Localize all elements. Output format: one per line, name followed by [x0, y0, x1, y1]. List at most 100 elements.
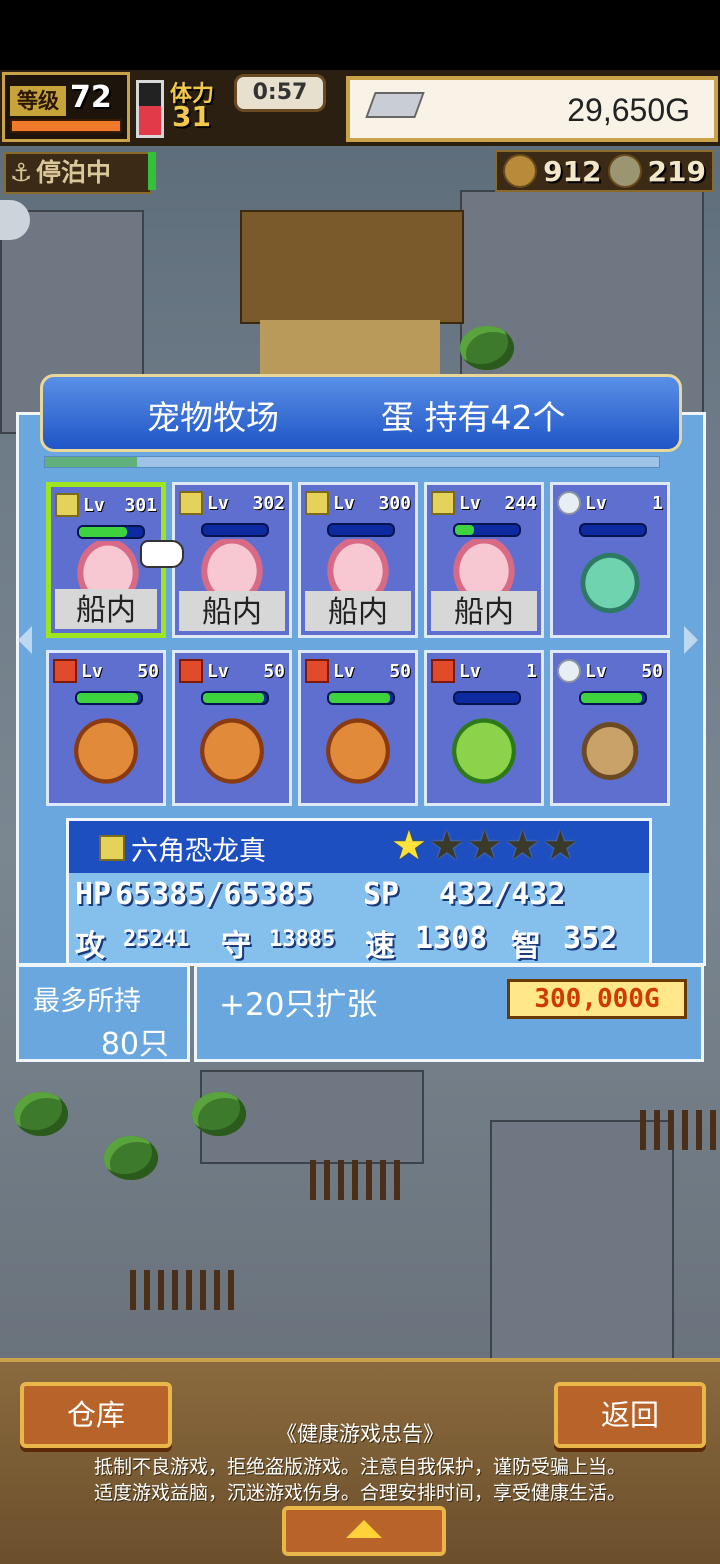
scroll-progress — [44, 456, 660, 468]
fire-element-icon — [179, 659, 203, 683]
pet-slot[interactable]: Lv 244 船内 — [424, 482, 544, 638]
pet-level-row: Lv 1 — [431, 659, 537, 683]
def-value: 13885 — [269, 927, 336, 952]
dino-pet-sprite — [567, 707, 653, 787]
resource-1-value: 912 — [543, 154, 602, 188]
pet-level-row: Lv 50 — [305, 659, 411, 683]
health-warning-line-2: 适度游戏益脑，沉迷游戏伤身。合理安排时间，享受健康生活。 — [93, 1482, 626, 1504]
fence — [130, 1270, 240, 1310]
pet-hp-fill — [79, 527, 127, 537]
pet-level: 302 — [252, 492, 285, 514]
thunder-element-icon — [305, 491, 329, 515]
lv-label: Lv — [333, 492, 355, 514]
health-warning-line-1: 抵制不良游戏，拒绝盗版游戏。注意自我保护，谨防受骗上当。 — [93, 1456, 626, 1478]
pet-slot[interactable]: Lv 1 — [550, 482, 670, 638]
lv-label: Lv — [459, 660, 481, 682]
atk-value: 25241 — [123, 927, 190, 952]
pet-hp-bar — [579, 691, 647, 705]
player-level: 72 — [70, 80, 112, 115]
in-ship-label: 船内 — [431, 591, 537, 631]
bush — [192, 1092, 246, 1136]
pet-level: 300 — [378, 492, 411, 514]
frog-pet-sprite — [441, 707, 527, 787]
thunder-element-icon — [55, 493, 79, 517]
dragon-pet-sprite — [189, 707, 275, 787]
lv-label: Lv — [207, 492, 229, 514]
pet-hp-fill — [581, 693, 642, 703]
pet-slot[interactable]: Lv 302 船内 — [172, 482, 292, 638]
scroll-progress-fill — [45, 457, 138, 467]
pet-level-row: Lv 1 — [557, 491, 663, 515]
pet-slot[interactable]: Lv 50 — [172, 650, 292, 806]
pet-hp-bar — [77, 525, 145, 539]
expand-label: +20只扩张 — [219, 987, 378, 1023]
pet-hp-fill — [77, 693, 138, 703]
pet-slot[interactable]: Lv 50 — [550, 650, 670, 806]
bush — [14, 1092, 68, 1136]
pet-level-row: Lv 50 — [53, 659, 159, 683]
dock-status[interactable]: ⚓ 停泊中 — [4, 152, 152, 194]
sp-value: 432/432 — [439, 877, 566, 912]
fence — [310, 1160, 400, 1200]
thunder-element-icon — [179, 491, 203, 515]
thunder-element-icon — [99, 835, 125, 861]
pet-hp-fill — [455, 525, 475, 535]
pet-slot[interactable]: Lv 1 — [424, 650, 544, 806]
silver-bar-icon — [365, 92, 425, 118]
energy-value: 31 — [172, 100, 211, 133]
pet-slot[interactable]: Lv 50 — [46, 650, 166, 806]
page-left-arrow-icon[interactable] — [18, 626, 32, 654]
resource-bar: 912 219 — [495, 150, 714, 192]
pet-level-row: Lv 50 — [179, 659, 285, 683]
lv-label: Lv — [83, 494, 105, 516]
pet-hp-bar — [201, 691, 269, 705]
in-ship-label: 船内 — [179, 591, 285, 631]
pet-level-row: Lv 302 — [179, 491, 285, 515]
wind-element-icon — [557, 491, 581, 515]
capacity-box: 最多所持 80只 — [16, 964, 190, 1062]
in-ship-label: 船内 — [55, 589, 157, 629]
stone-tower — [490, 1120, 674, 1360]
def-label: 守 — [221, 929, 251, 964]
gold-display: 29,650G — [346, 76, 718, 142]
expand-price: 300,000G — [507, 979, 687, 1019]
pet-hp-bar — [75, 691, 143, 705]
pet-name-row: 六角恐龙真 ★ ★ ★ ★ ★ — [69, 821, 649, 873]
lv-label: Lv — [585, 660, 607, 682]
pet-hp-bar — [327, 691, 395, 705]
pet-hp-bar — [453, 523, 521, 537]
expand-capacity-button[interactable]: +20只扩张 300,000G — [194, 964, 704, 1062]
pet-level: 50 — [389, 660, 411, 682]
dock-label: 停泊中 — [36, 158, 112, 187]
up-arrow-icon — [346, 1520, 382, 1538]
star-empty-icon: ★ — [542, 823, 579, 869]
bush — [104, 1136, 158, 1180]
pet-hp-bar — [579, 523, 647, 537]
page-right-arrow-icon[interactable] — [684, 626, 698, 654]
spd-value: 1308 — [415, 921, 488, 956]
sp-label: SP — [363, 877, 400, 912]
capacity-label: 最多所持 — [33, 986, 141, 1017]
pet-level-row: Lv 244 — [431, 491, 537, 515]
pet-slot[interactable]: Lv 50 — [298, 650, 418, 806]
anchor-icon: ⚓ — [9, 158, 33, 187]
lv-label: Lv — [207, 660, 229, 682]
status-bar — [0, 0, 720, 70]
in-ship-label: 船内 — [305, 591, 411, 631]
meat-icon — [503, 154, 538, 188]
fire-element-icon — [305, 659, 329, 683]
wind-element-icon — [557, 659, 581, 683]
lv-label: Lv — [585, 492, 607, 514]
pet-level: 50 — [641, 660, 663, 682]
level-label: 等级 — [10, 86, 66, 116]
thunder-element-icon — [431, 491, 455, 515]
star-filled-icon: ★ — [391, 823, 427, 869]
menu-expand-button[interactable] — [282, 1506, 446, 1556]
dock-indicator — [148, 152, 156, 190]
pointing-hand-icon — [140, 540, 184, 568]
resource-2-value: 219 — [647, 154, 706, 188]
pet-slot[interactable]: Lv 300 船内 — [298, 482, 418, 638]
pet-level: 301 — [124, 494, 157, 516]
capacity-value: 80只 — [100, 1027, 169, 1062]
star-empty-icon: ★ — [504, 823, 541, 869]
